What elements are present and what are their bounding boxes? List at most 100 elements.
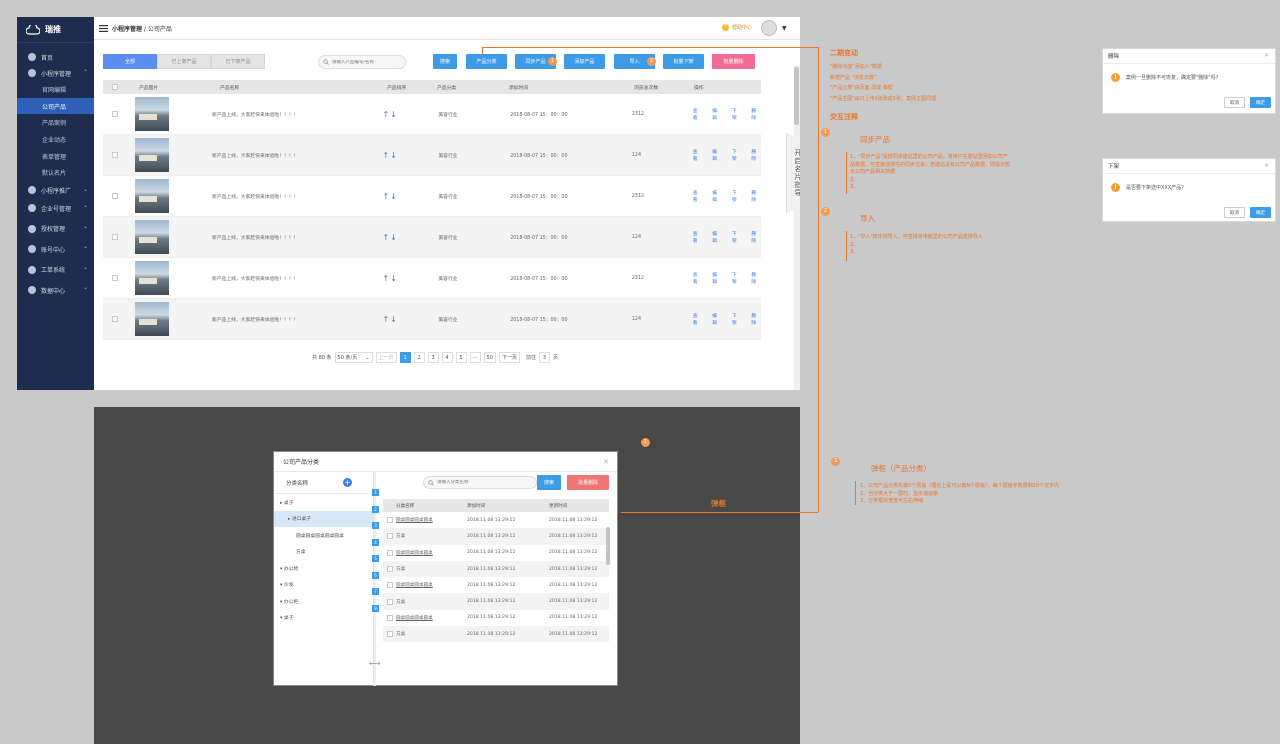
category-search-input[interactable] — [437, 480, 535, 485]
search-button[interactable]: 搜索 — [433, 54, 457, 69]
search-input[interactable] — [331, 59, 405, 65]
delete-link[interactable]: 删除 — [751, 148, 761, 162]
category-name[interactable]: 圆桌圆桌圆桌圆桌 — [396, 583, 433, 588]
off-shelf-link[interactable]: 下架 — [732, 107, 742, 121]
delete-link[interactable]: 删除 — [751, 189, 761, 203]
delete-cancel-button[interactable]: 取消 — [1224, 97, 1245, 108]
page-button[interactable]: ··· — [469, 352, 481, 363]
delete-link[interactable]: 删除 — [751, 107, 761, 121]
goto-page-input[interactable]: 3 — [538, 352, 550, 363]
sidebar-item[interactable]: 产品案例 — [17, 114, 94, 131]
next-page-button[interactable]: 下一页 — [498, 352, 520, 363]
delete-ok-button[interactable]: 确定 — [1250, 97, 1271, 108]
edit-link[interactable]: 编辑 — [712, 271, 722, 285]
caret-down-icon[interactable]: ▼ — [782, 25, 787, 32]
offshelf-ok-button[interactable]: 确定 — [1250, 207, 1271, 218]
row-checkbox[interactable] — [386, 614, 393, 621]
row-checkbox[interactable] — [386, 549, 393, 556]
sidebar-item[interactable]: 首页 — [17, 49, 94, 65]
sort-arrows-icon[interactable]: ↑↓ — [383, 110, 437, 119]
add-category-icon[interactable]: + — [343, 478, 352, 487]
edit-link[interactable]: 编辑 — [712, 107, 722, 121]
tree-node[interactable]: ▾ 办公柜 — [274, 593, 373, 610]
help-center-link[interactable]: ? 帮助中心 — [722, 24, 752, 31]
off-shelf-link[interactable]: 下架 — [732, 230, 742, 244]
off-shelf-link[interactable]: 下架 — [732, 148, 742, 162]
sidebar-item[interactable]: 表单管理 — [17, 148, 94, 165]
close-icon[interactable]: ✕ — [1264, 52, 1269, 59]
row-checkbox[interactable] — [111, 234, 118, 240]
product-thumbnail[interactable] — [134, 97, 169, 131]
edit-link[interactable]: 编辑 — [712, 312, 722, 326]
resize-handle-icon[interactable]: ⟷ — [369, 659, 380, 668]
product-thumbnail[interactable] — [134, 302, 169, 336]
sidebar-item[interactable]: 企业动态 — [17, 131, 94, 148]
card-guide-tab[interactable]: 开启名片指导 — [786, 133, 800, 213]
tree-node[interactable]: 方桌 — [274, 544, 373, 561]
tree-node[interactable]: ▸ 桌子 — [274, 494, 373, 511]
delete-link[interactable]: 删除 — [751, 312, 761, 326]
off-shelf-link[interactable]: 下架 — [732, 271, 742, 285]
category-name[interactable]: 圆桌圆桌圆桌圆桌 — [396, 518, 433, 523]
row-checkbox[interactable] — [111, 152, 118, 158]
sort-arrows-icon[interactable]: ↑↓ — [383, 233, 437, 242]
row-checkbox[interactable] — [111, 275, 118, 281]
category-button[interactable]: 产品分类 — [466, 54, 507, 69]
close-icon[interactable]: ✕ — [603, 458, 609, 466]
edit-link[interactable]: 编辑 — [712, 148, 722, 162]
delete-link[interactable]: 删除 — [751, 271, 761, 285]
bulk-off-shelf-button[interactable]: 批量下架 — [663, 54, 704, 69]
delete-link[interactable]: 删除 — [751, 230, 761, 244]
view-link[interactable]: 查看 — [693, 312, 703, 326]
edit-link[interactable]: 编辑 — [712, 189, 722, 203]
offshelf-cancel-button[interactable]: 取消 — [1224, 207, 1245, 218]
product-thumbnail[interactable] — [134, 261, 169, 295]
sidebar-item[interactable]: 账号中心 ⌄ — [17, 239, 94, 260]
tree-node[interactable]: 圆桌圆桌圆桌圆桌圆桌 — [274, 527, 373, 544]
category-scrollbar[interactable] — [606, 527, 610, 565]
tab-off-shelf[interactable]: 已下架产品 — [211, 54, 265, 69]
tree-node[interactable]: ▾ 沙发 — [274, 577, 373, 594]
row-checkbox[interactable] — [111, 316, 118, 322]
view-link[interactable]: 查看 — [693, 230, 703, 244]
view-link[interactable]: 查看 — [693, 107, 703, 121]
product-thumbnail[interactable] — [134, 138, 169, 172]
tab-all[interactable]: 全部 — [103, 54, 157, 69]
sidebar-item[interactable]: 小程序推广 ⌄ — [17, 182, 94, 198]
tree-node[interactable]: ▾ 办公椅 — [274, 560, 373, 577]
row-checkbox[interactable] — [386, 533, 393, 540]
row-checkbox[interactable] — [386, 631, 393, 638]
tree-node[interactable]: ▾ 桌子 — [274, 610, 373, 627]
sort-arrows-icon[interactable]: ↑↓ — [383, 151, 437, 160]
category-bulk-delete-button[interactable]: 批量删除 — [567, 475, 609, 490]
category-name[interactable]: 圆桌圆桌圆桌圆桌 — [396, 551, 433, 556]
sort-arrows-icon[interactable]: ↑↓ — [383, 192, 437, 201]
view-link[interactable]: 查看 — [693, 271, 703, 285]
row-checkbox[interactable] — [386, 566, 393, 573]
add-product-button[interactable]: 添加产品 — [564, 54, 605, 69]
product-thumbnail[interactable] — [134, 220, 169, 254]
avatar[interactable] — [761, 20, 777, 36]
tree-node[interactable]: ▸ 进口桌子 — [274, 510, 373, 527]
page-button[interactable]: 1 — [399, 352, 411, 363]
page-button[interactable]: 4 — [441, 352, 453, 363]
sidebar-item[interactable]: 小程序管理 ⌃ — [17, 65, 94, 81]
prev-page-button[interactable]: 上一页 — [375, 352, 397, 363]
view-link[interactable]: 查看 — [693, 148, 703, 162]
off-shelf-link[interactable]: 下架 — [732, 312, 742, 326]
product-thumbnail[interactable] — [134, 179, 169, 213]
page-button[interactable]: 2 — [413, 352, 425, 363]
row-checkbox[interactable] — [386, 582, 393, 589]
bulk-delete-button[interactable]: 批量删除 — [712, 54, 755, 69]
select-all-checkbox[interactable] — [112, 84, 118, 90]
row-checkbox[interactable] — [111, 111, 118, 117]
sidebar-item[interactable]: 数据中心 ⌄ — [17, 280, 94, 301]
category-name[interactable]: 圆桌圆桌圆桌圆桌 — [396, 616, 433, 621]
off-shelf-link[interactable]: 下架 — [732, 189, 742, 203]
menu-toggle-icon[interactable] — [99, 24, 108, 32]
sidebar-item[interactable]: 工单系统 ⌄ — [17, 260, 94, 281]
row-checkbox[interactable] — [111, 193, 118, 199]
sort-arrows-icon[interactable]: ↑↓ — [383, 315, 437, 324]
sort-arrows-icon[interactable]: ↑↓ — [383, 274, 437, 283]
breadcrumb-main[interactable]: 小程序管理 — [112, 26, 142, 33]
